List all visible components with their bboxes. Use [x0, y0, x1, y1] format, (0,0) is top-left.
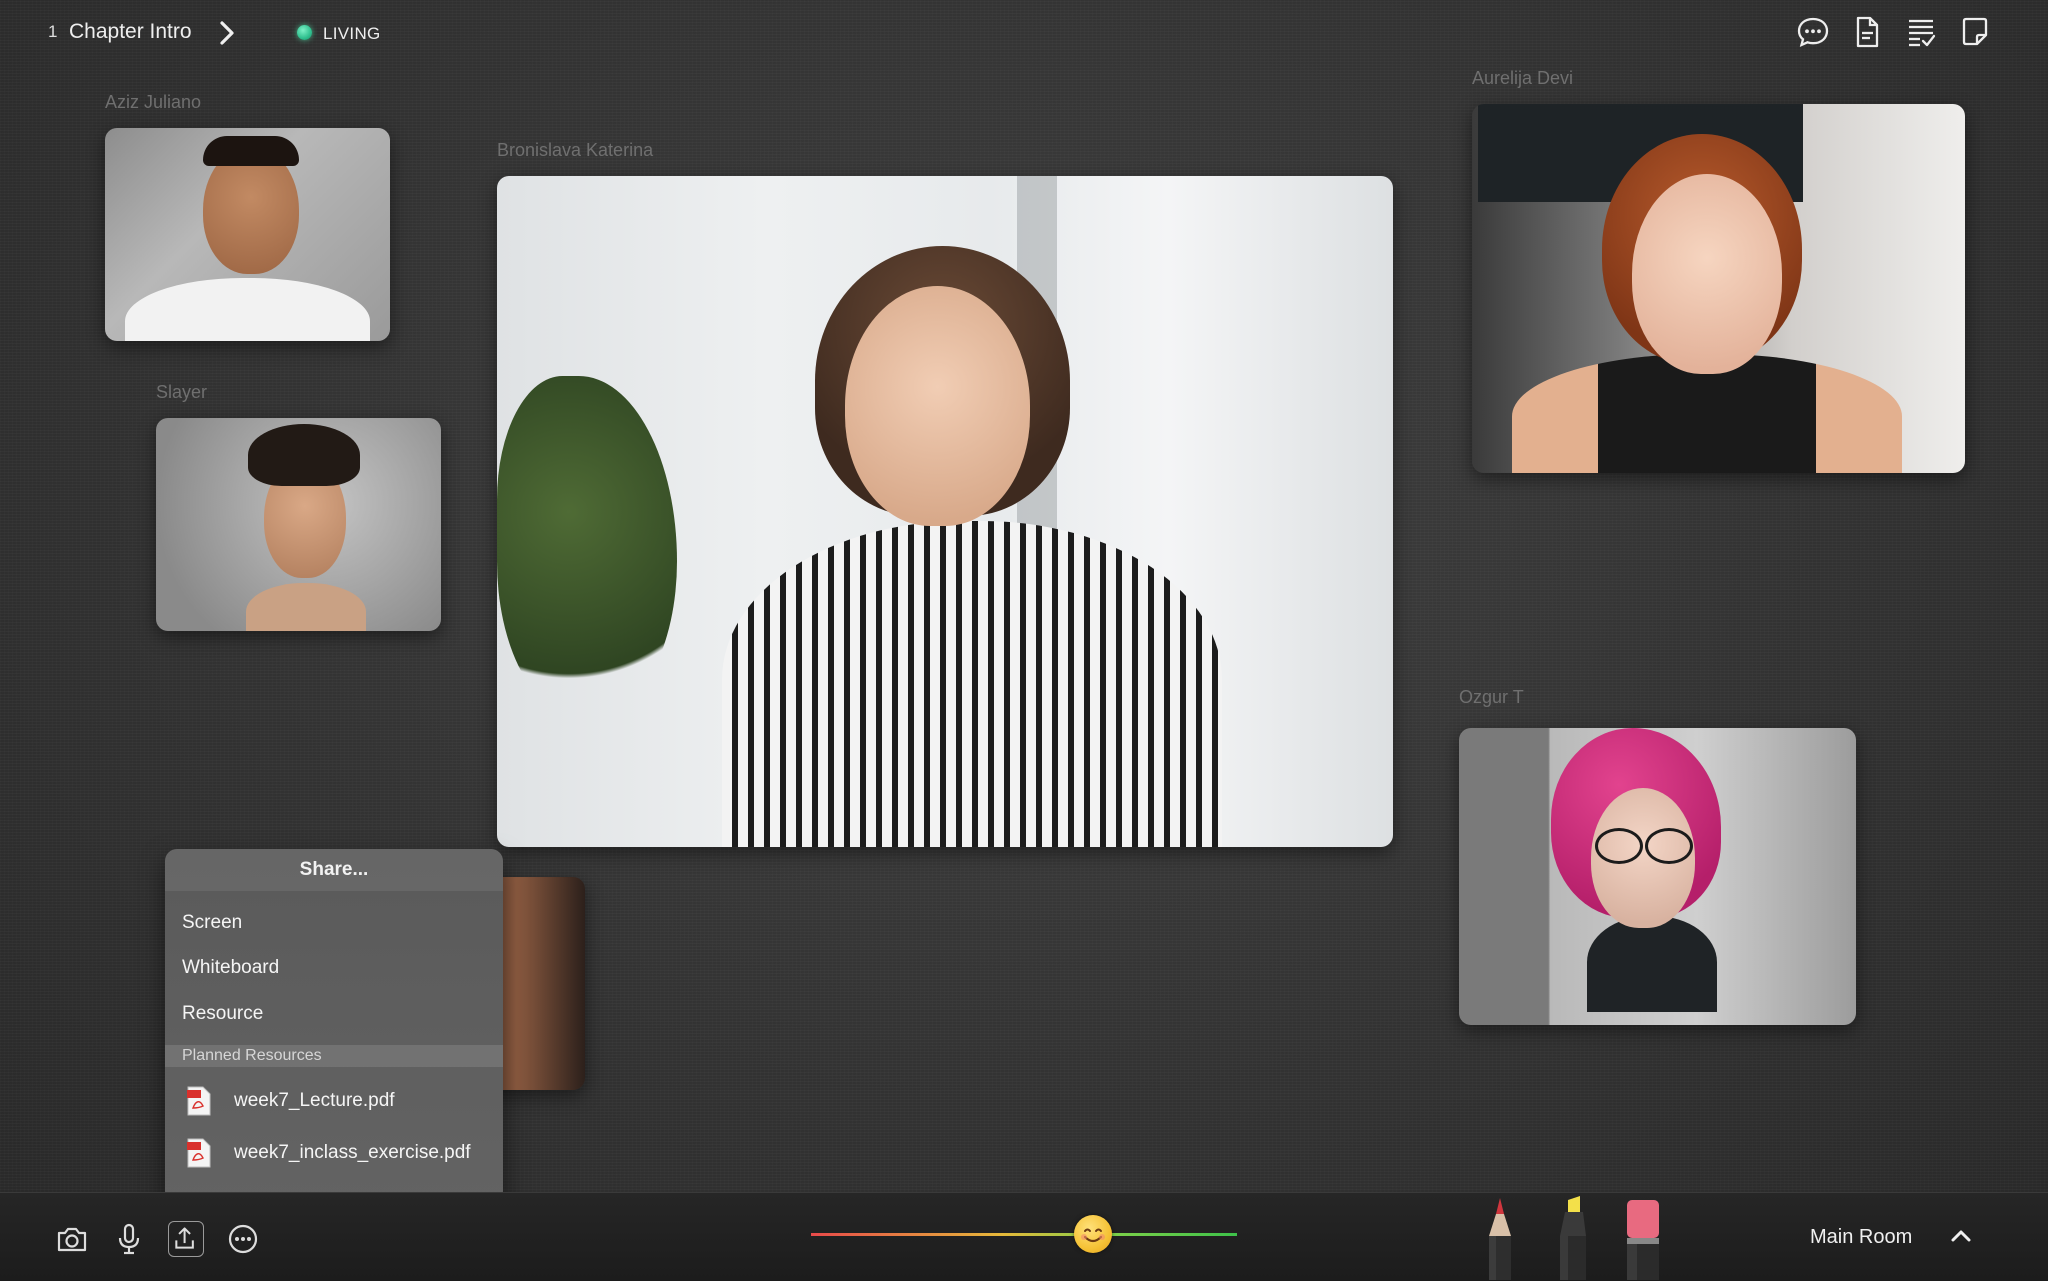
video-tile-bronislava[interactable]: [497, 176, 1393, 847]
planned-resource-item[interactable]: week7_inclass_exercise.pdf: [165, 1134, 503, 1174]
mood-slider-track[interactable]: [811, 1233, 1237, 1236]
checklist-icon[interactable]: [1903, 14, 1939, 50]
participant-video: [105, 128, 390, 341]
room-label[interactable]: Main Room: [1810, 1226, 1912, 1249]
video-tile-aurelija[interactable]: [1472, 104, 1965, 473]
planned-resource-item[interactable]: week7_Lecture.pdf: [165, 1082, 503, 1122]
share-upload-icon[interactable]: [168, 1221, 204, 1257]
share-menu-title: Share...: [165, 849, 503, 891]
yellow-highlighter-tool-icon[interactable]: [1555, 1196, 1591, 1280]
chevron-right-icon[interactable]: [214, 18, 240, 48]
share-resource-option[interactable]: Resource: [182, 1003, 263, 1025]
microphone-icon[interactable]: [111, 1221, 147, 1257]
video-tile-ozgur[interactable]: [1459, 728, 1856, 1025]
note-icon[interactable]: [1957, 14, 1993, 50]
participant-video: [497, 176, 1393, 847]
file-name: week7_inclass_exercise.pdf: [234, 1142, 471, 1163]
video-tile-slayer[interactable]: [156, 418, 441, 631]
participant-name: Bronislava Katerina: [497, 140, 654, 160]
mood-slider-handle-emoji-icon[interactable]: [1074, 1215, 1112, 1253]
live-status-dot: [297, 25, 312, 40]
pdf-file-icon: [187, 1086, 211, 1116]
chapter-title[interactable]: Chapter Intro: [69, 20, 192, 44]
document-icon[interactable]: [1849, 14, 1885, 50]
share-screen-option[interactable]: Screen: [182, 912, 242, 934]
participant-name: Ozgur T: [1459, 687, 1524, 707]
file-name: week7_Lecture.pdf: [234, 1090, 395, 1111]
live-status-label: LIVING: [323, 24, 381, 43]
share-whiteboard-option[interactable]: Whiteboard: [182, 957, 279, 979]
more-options-icon[interactable]: [225, 1221, 261, 1257]
eraser-tool-icon[interactable]: [1625, 1196, 1661, 1280]
participant-name: Aziz Juliano: [105, 92, 202, 112]
planned-resources-header: Planned Resources: [165, 1045, 503, 1067]
chevron-up-icon[interactable]: [1948, 1224, 1974, 1246]
top-bar: 1 Chapter Intro LIVING: [0, 0, 2048, 66]
red-pen-tool-icon[interactable]: [1482, 1196, 1518, 1280]
participant-name: Aurelija Devi: [1472, 68, 1574, 88]
bottom-toolbar: [0, 1192, 2048, 1281]
chapter-number: 1: [48, 22, 58, 41]
chat-icon[interactable]: [1795, 14, 1831, 50]
participant-video: [1472, 104, 1965, 473]
pdf-file-icon: [187, 1138, 211, 1168]
share-menu: Share... Screen Whiteboard Resource Plan…: [165, 849, 503, 1203]
participant-name: Slayer: [156, 382, 208, 402]
video-tile-aziz[interactable]: [105, 128, 390, 341]
camera-icon[interactable]: [54, 1221, 90, 1257]
participant-video: [156, 418, 441, 631]
participant-video: [1459, 728, 1856, 1025]
